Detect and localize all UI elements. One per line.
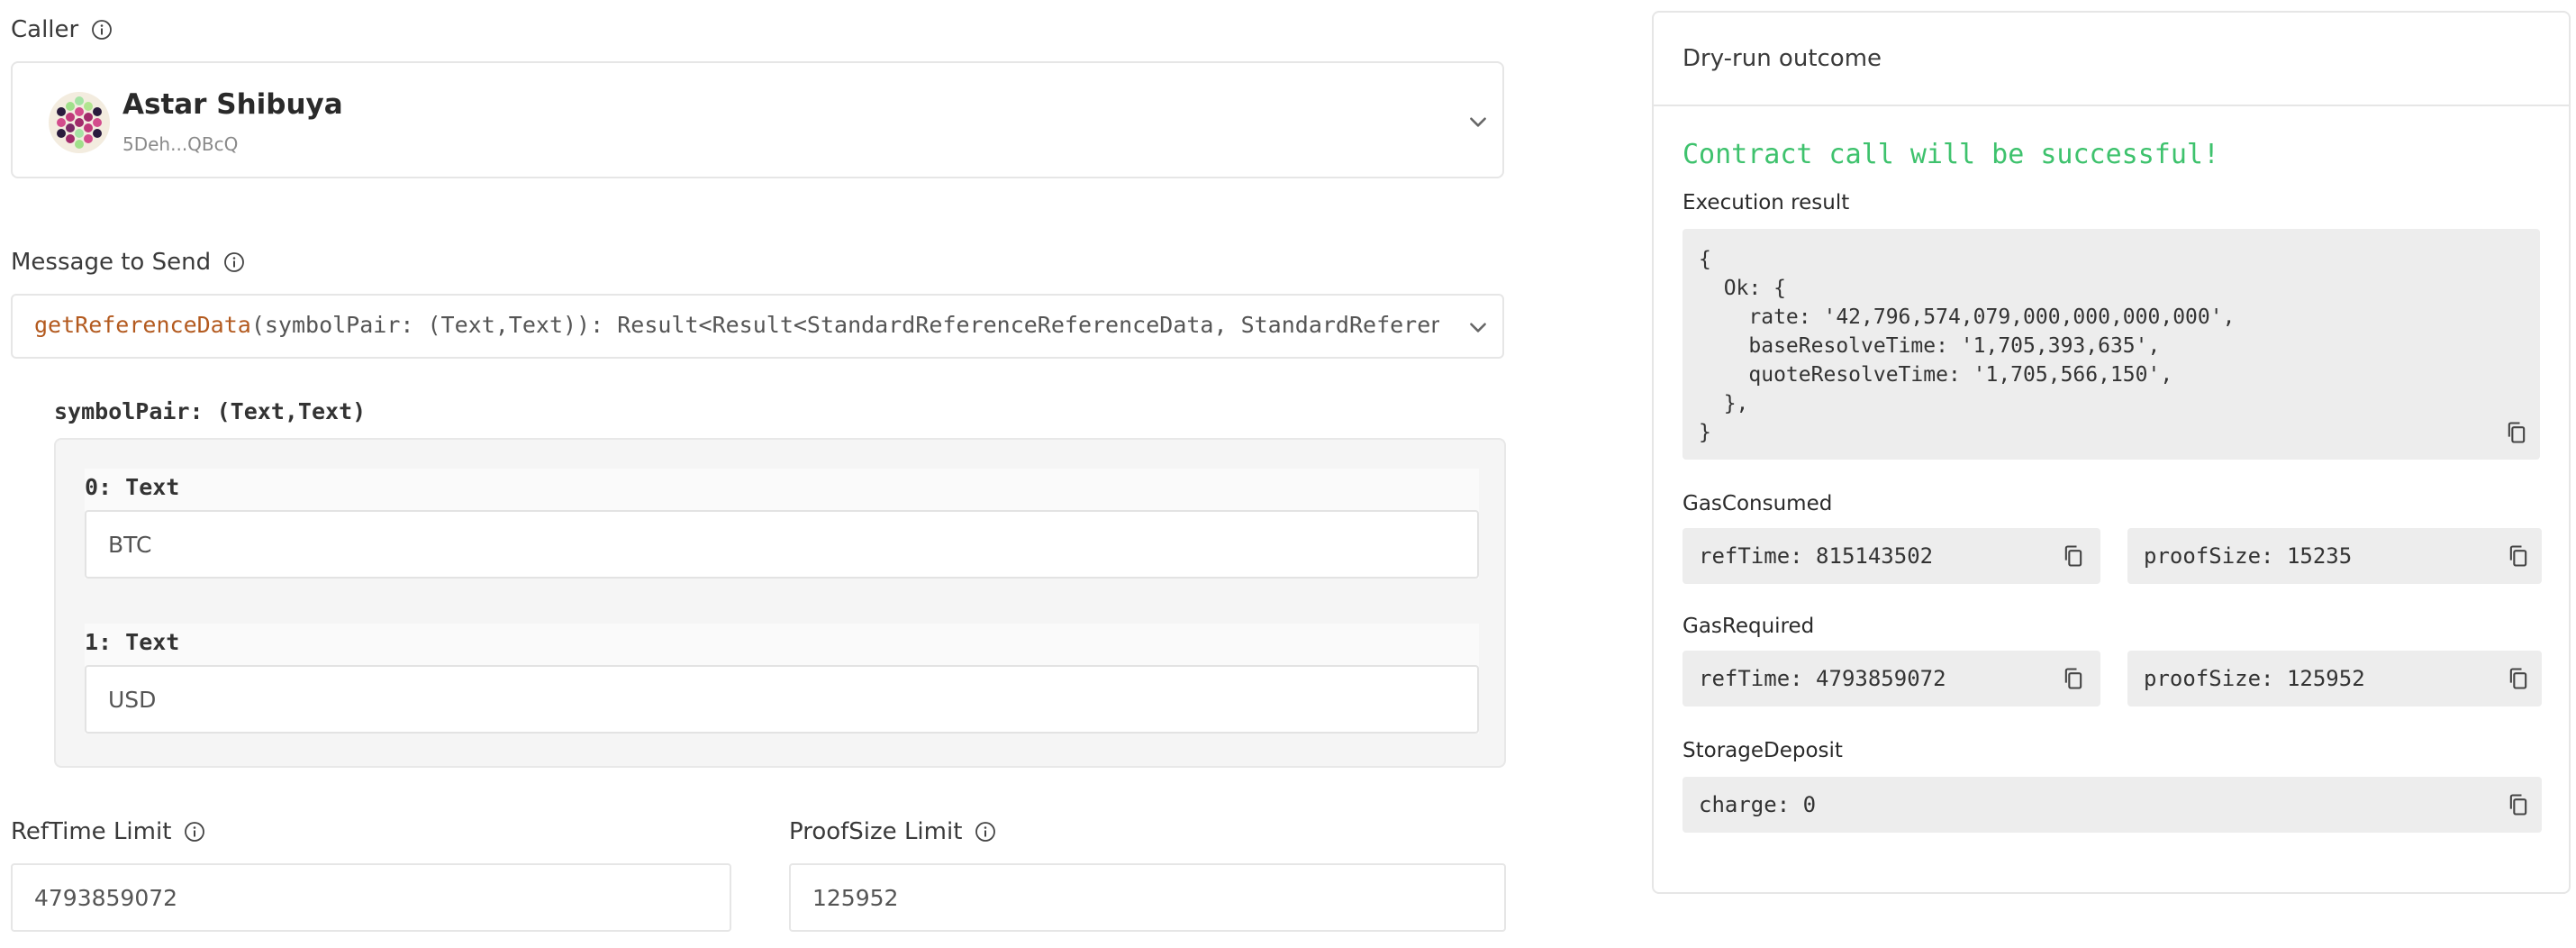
message-label: Message to Send bbox=[11, 249, 212, 276]
gas-consumed-proofsize: proofSize: 15235 bbox=[2127, 528, 2542, 584]
copy-icon[interactable] bbox=[2504, 420, 2529, 445]
reftime-limit-label: RefTime Limit bbox=[11, 818, 172, 845]
copy-icon[interactable] bbox=[2061, 666, 2086, 691]
copy-icon[interactable] bbox=[2506, 792, 2531, 817]
caller-label-row: Caller bbox=[11, 16, 113, 43]
gas-consumed-label: GasConsumed bbox=[1683, 492, 1833, 515]
param-label: symbolPair: (Text,Text) bbox=[54, 398, 367, 424]
avatar-identicon bbox=[49, 92, 110, 153]
outcome-title: Dry-run outcome bbox=[1654, 13, 2569, 106]
info-icon[interactable] bbox=[975, 821, 996, 843]
param-item: 1: Text USD bbox=[85, 624, 1479, 734]
param-input-0[interactable]: BTC bbox=[85, 510, 1479, 579]
chevron-down-icon[interactable] bbox=[1466, 110, 1490, 133]
message-label-row: Message to Send bbox=[11, 249, 245, 276]
chevron-down-icon[interactable] bbox=[1466, 315, 1490, 339]
proofsize-limit-label: ProofSize Limit bbox=[789, 818, 963, 845]
param-item-label: 1: Text bbox=[85, 629, 180, 655]
storage-deposit-value: charge: 0 bbox=[1683, 777, 2542, 833]
message-select[interactable]: getReferenceData(symbolPair: (Text,Text)… bbox=[11, 294, 1504, 359]
info-icon[interactable] bbox=[184, 821, 205, 843]
caller-name: Astar Shibuya bbox=[122, 88, 343, 121]
caller-select[interactable]: Astar Shibuya 5Deh...QBcQ bbox=[11, 61, 1504, 178]
param-panel: 0: Text BTC 1: Text USD bbox=[54, 438, 1506, 768]
execution-result-label: Execution result bbox=[1683, 191, 1850, 214]
info-icon[interactable] bbox=[223, 251, 245, 273]
reftime-limit-input[interactable]: 4793859072 bbox=[11, 863, 731, 932]
copy-icon[interactable] bbox=[2061, 543, 2086, 569]
execution-result-code: { Ok: { rate: '42,796,574,079,000,000,00… bbox=[1683, 229, 2540, 460]
message-fn-name: getReferenceData bbox=[34, 312, 251, 338]
gas-required-label: GasRequired bbox=[1683, 615, 1815, 638]
reftime-label-row: RefTime Limit bbox=[11, 818, 205, 845]
message-fn-signature: (symbolPair: (Text,Text)): Result<Result… bbox=[250, 312, 1439, 338]
proofsize-label-row: ProofSize Limit bbox=[789, 818, 996, 845]
param-input-1[interactable]: USD bbox=[85, 665, 1479, 734]
copy-icon[interactable] bbox=[2506, 543, 2531, 569]
success-message: Contract call will be successful! bbox=[1683, 139, 2220, 170]
gas-consumed-reftime: refTime: 815143502 bbox=[1683, 528, 2100, 584]
caller-address: 5Deh...QBcQ bbox=[122, 133, 239, 155]
param-item-label: 0: Text bbox=[85, 474, 180, 500]
message-signature: getReferenceData(symbolPair: (Text,Text)… bbox=[34, 312, 1439, 338]
dry-run-outcome-card: Dry-run outcome Contract call will be su… bbox=[1652, 11, 2571, 894]
copy-icon[interactable] bbox=[2506, 666, 2531, 691]
storage-deposit-label: StorageDeposit bbox=[1683, 739, 1843, 762]
gas-required-reftime: refTime: 4793859072 bbox=[1683, 651, 2100, 706]
proofsize-limit-input[interactable]: 125952 bbox=[789, 863, 1506, 932]
contract-call-page: Caller Astar Shibuya 5Deh...QBcQ Message… bbox=[0, 0, 2576, 948]
gas-required-proofsize: proofSize: 125952 bbox=[2127, 651, 2542, 706]
caller-label: Caller bbox=[11, 16, 79, 43]
info-icon[interactable] bbox=[91, 19, 113, 41]
param-item: 0: Text BTC bbox=[85, 469, 1479, 579]
